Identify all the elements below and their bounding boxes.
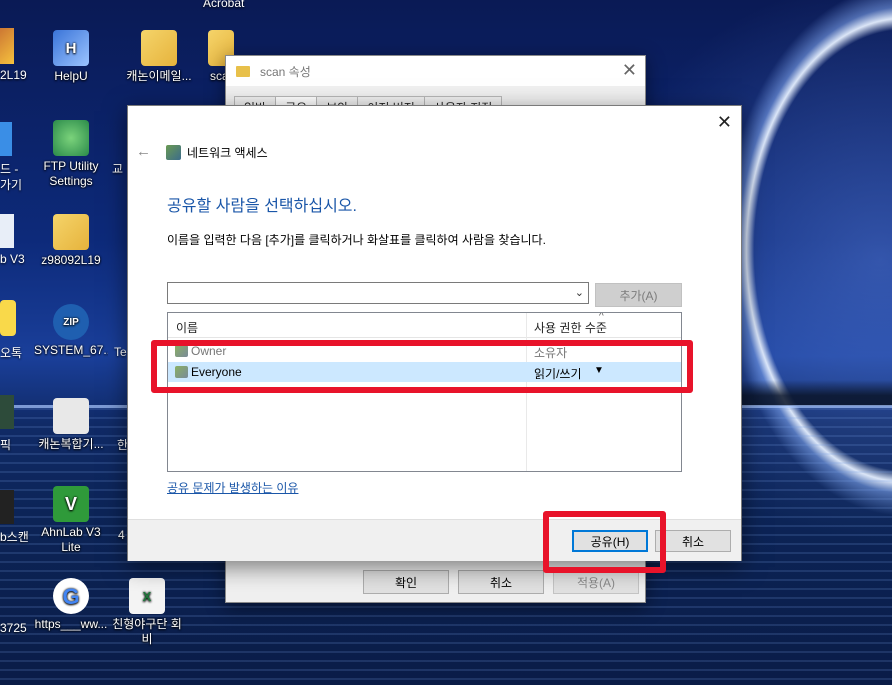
desktop-icon-label: AhnLab V3 Lite [41,525,101,554]
dialog-header-title: 네트워크 액세스 [187,146,268,160]
desktop-icon-label: FTP Utility Settings [43,159,99,188]
dialog-header: 네트워크 액세스 [166,144,268,161]
ftp-utility-icon [53,120,89,156]
video-file-icon [53,398,89,434]
desktop-icon-excel[interactable]: X 친형야구단 회비 [110,578,184,647]
desktop-icon-label: SYSTEM_67... [34,343,108,357]
apply-button[interactable]: 적용(A) [553,570,639,594]
properties-titlebar[interactable]: scan 속성 [226,56,645,86]
helpu-icon: H [53,30,89,66]
back-arrow-icon[interactable]: ← [136,143,151,160]
google-icon: G [53,578,89,614]
highlight-box-everyone-row [151,340,693,393]
partial-doc-icon[interactable] [0,214,14,248]
ahnlab-icon: V [53,486,89,522]
desktop-icon-ahnlab[interactable]: V AhnLab V3 Lite [34,486,108,555]
desktop-icon-canon-email[interactable]: 캐논이메일... [122,30,196,84]
desktop-icon-label: https___ww... [34,617,108,631]
desktop-icon-label: 친형야구단 회비 [112,617,182,646]
list-column-header: 이름 ^ 사용 권한 수준 [168,313,681,338]
desktop-icon-google[interactable]: G https___ww... [34,578,108,632]
close-icon[interactable]: ✕ [717,112,732,133]
desktop-icon-label: z98092L19 [41,253,101,267]
desktop-partial-label: 2L19 [0,68,27,82]
desktop-icon-ftp-utility[interactable]: FTP Utility Settings [34,120,108,189]
ok-button[interactable]: 확인 [363,570,449,594]
partial-app-icon[interactable] [0,395,14,429]
desktop-partial-label: b V3 [0,252,25,266]
highlight-box-share-button [543,511,666,573]
cancel-button[interactable]: 취소 [655,530,731,552]
desktop-icon-label: 캐논이메일... [126,69,192,83]
desktop-icon-system-zip[interactable]: ZIP SYSTEM_67... [34,304,108,358]
add-button[interactable]: 추가(A) [595,283,682,307]
desktop-partial-label: 교 [112,162,124,176]
desktop-icon-z98092l19[interactable]: z98092L19 [34,214,108,268]
page-title: 공유할 사람을 선택하십시오. [167,198,357,215]
desktop-partial-label: 오톡 [0,346,23,360]
desktop-partial-label: b스캔 [0,530,29,544]
column-header-permission[interactable]: 사용 권한 수준 [534,319,607,336]
instruction-text: 이름을 입력한 다음 [추가]를 클릭하거나 화살표를 클릭하여 사람을 찾습니… [167,233,546,247]
network-access-dialog: ✕ ← 네트워크 액세스 공유할 사람을 선택하십시오. 이름을 입력한 다음 … [127,105,742,561]
desktop-partial-label: 4 [118,528,125,542]
desktop-partial-label: 3725 [0,621,27,635]
zip-icon: ZIP [53,304,89,340]
desktop-icon-label: 캐논복합기... [38,437,104,451]
folder-icon [141,30,177,66]
desktop-partial-label: Acrobat [203,0,245,10]
user-name-combobox[interactable]: ⌄ [167,282,589,304]
folder-icon [53,214,89,250]
desktop-partial-label: 픽 [0,438,12,452]
close-icon[interactable]: ✕ [622,60,637,81]
desktop-icon-canon-mfp[interactable]: 캐논복합기... [34,398,108,452]
chevron-down-icon[interactable]: ⌄ [575,286,584,299]
cancel-button[interactable]: 취소 [458,570,544,594]
sharing-problems-link[interactable]: 공유 문제가 발생하는 이유 [167,479,298,496]
desktop-partial-label: Te [114,345,127,359]
partial-video-icon[interactable] [0,490,14,524]
desktop-partial-label: 가기 [0,178,23,192]
column-header-name[interactable]: 이름 [176,319,198,336]
desktop-icon-label: HelpU [54,69,88,83]
partial-download-icon[interactable] [0,122,12,156]
partial-kakaotalk-icon[interactable] [0,300,16,336]
network-users-icon [166,145,181,160]
properties-title: scan 속성 [260,64,311,79]
partial-app-icon[interactable] [0,28,14,64]
desktop-icon-helpu[interactable]: H HelpU [34,30,108,84]
folder-icon [236,65,250,77]
excel-icon: X [129,578,165,614]
desktop-partial-label: 드 - [0,162,19,176]
